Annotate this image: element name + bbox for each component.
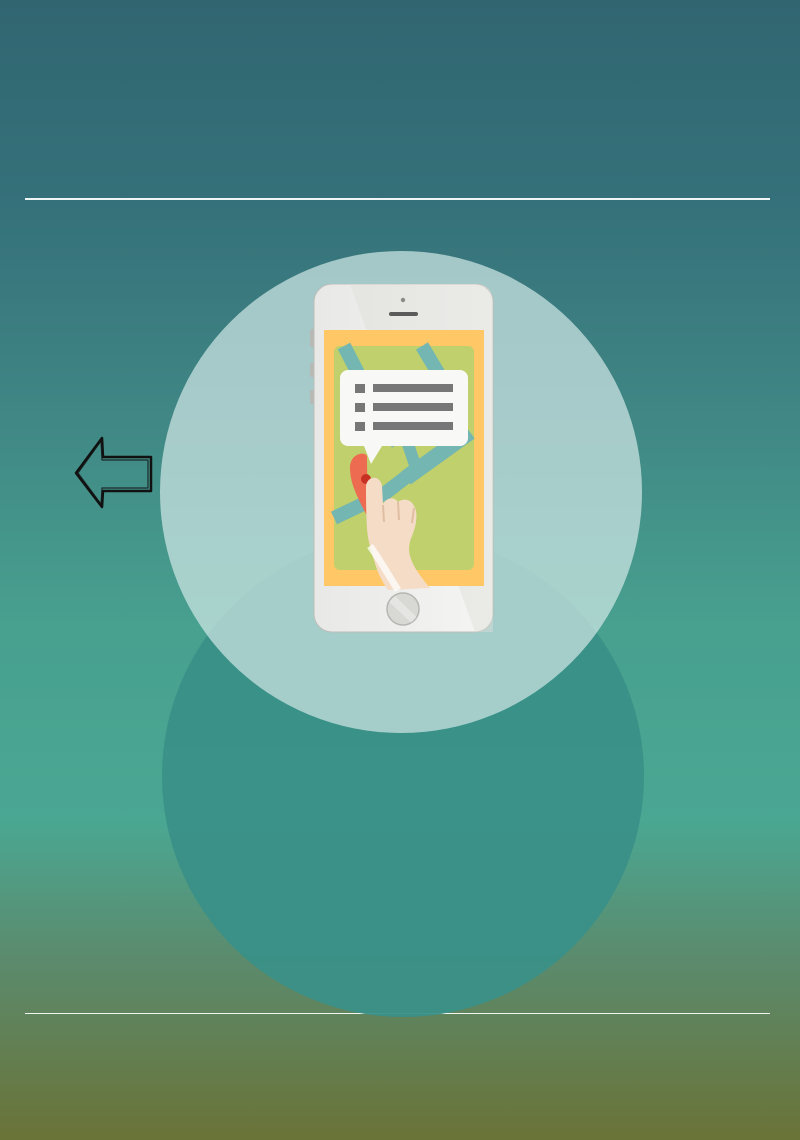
- phone-speaker: [389, 312, 418, 316]
- back-arrow-icon[interactable]: [72, 434, 162, 512]
- phone-camera-icon: [400, 297, 406, 303]
- top-divider-line: [25, 198, 770, 200]
- slide-screen: [0, 0, 800, 1140]
- phone-illustration: [310, 284, 494, 633]
